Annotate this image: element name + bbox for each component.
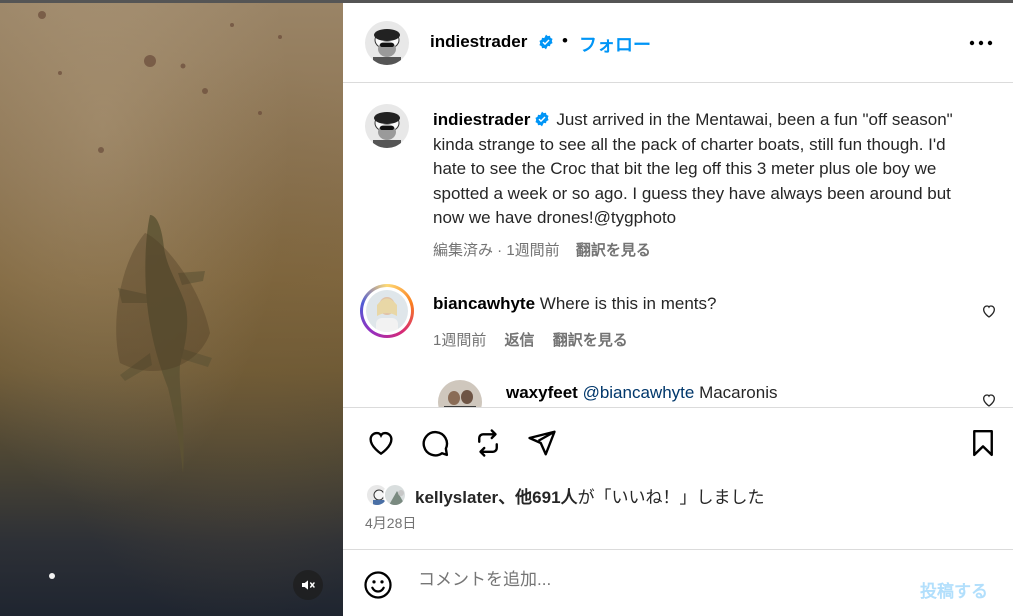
reply-like-heart-icon[interactable]	[981, 392, 997, 407]
action-bar	[343, 423, 1013, 463]
post-video[interactable]	[0, 3, 343, 616]
likes-text: kellyslater、他691人が「いいね！」しました	[415, 483, 765, 508]
share-paper-plane-icon[interactable]	[524, 425, 560, 461]
emoji-icon[interactable]	[363, 570, 393, 605]
likes-summary: kellyslater、他691人が「いいね！」しました	[365, 481, 765, 509]
liker-username[interactable]: kellyslater	[415, 488, 498, 507]
post-comment-button[interactable]: 投稿する	[920, 577, 988, 602]
comments-list[interactable]: indiestrader Just arrived in the Mentawai…	[343, 84, 1013, 408]
post-detail-panel: indiestrader • フォロー indiestrader Just ar…	[343, 3, 1013, 616]
repost-icon[interactable]	[470, 425, 506, 461]
story-ring[interactable]	[360, 284, 414, 338]
post-header: indiestrader • フォロー	[343, 3, 1013, 83]
comment-composer: 投稿する	[343, 549, 1013, 616]
comment-username[interactable]: biancawhyte	[433, 294, 535, 313]
comment-input[interactable]	[418, 570, 878, 590]
reply-username[interactable]: waxyfeet	[506, 383, 578, 402]
author-avatar[interactable]	[365, 21, 409, 65]
save-bookmark-icon[interactable]	[965, 425, 1001, 461]
verified-badge-icon	[535, 111, 549, 127]
see-translation-button[interactable]: 翻訳を見る	[553, 332, 628, 349]
comment-time: 1週間前	[433, 332, 487, 349]
crocodile-image	[38, 11, 282, 579]
speaker-muted-icon	[302, 580, 315, 590]
comment-text: biancawhyte Where is this in ments?	[433, 294, 716, 314]
caption-see-translation-button[interactable]: 翻訳を見る	[576, 242, 651, 259]
caption-meta: 編集済み · 1週間前 翻訳を見る	[433, 239, 651, 260]
likes-count[interactable]: 、他691人	[498, 488, 577, 507]
mute-button[interactable]	[293, 570, 323, 600]
header-separator: •	[562, 31, 568, 50]
reply-avatar[interactable]	[438, 380, 482, 407]
caption-username[interactable]: indiestrader	[433, 110, 530, 129]
liker-avatar[interactable]	[383, 483, 407, 507]
follow-button[interactable]: フォロー	[579, 31, 651, 57]
comment-body: Where is this in ments?	[539, 294, 717, 313]
comment-bubble-icon[interactable]	[417, 425, 453, 461]
caption-text: indiestrader Just arrived in the Mentawai…	[433, 108, 973, 231]
author-username[interactable]: indiestrader	[430, 32, 527, 52]
commenter-avatar	[366, 290, 408, 332]
comment-meta: 1週間前 返信 翻訳を見る	[433, 329, 642, 350]
post-date: 4月28日	[365, 515, 417, 531]
reply-mention-link[interactable]: @biancawhyte	[583, 383, 695, 402]
likes-suffix: が「いいね！」しました	[577, 487, 765, 507]
more-options-icon[interactable]	[967, 31, 995, 55]
verified-badge-icon	[538, 34, 554, 55]
like-heart-icon[interactable]	[363, 425, 399, 461]
comment-like-heart-icon[interactable]	[981, 303, 997, 324]
reply-body: Macaronis	[699, 383, 778, 402]
reply-text: waxyfeet @biancawhyte Macaronis	[506, 383, 777, 403]
caption-author-avatar[interactable]	[365, 104, 409, 148]
reply-button[interactable]: 返信	[505, 332, 535, 349]
caption-time: 編集済み · 1週間前	[433, 242, 560, 259]
